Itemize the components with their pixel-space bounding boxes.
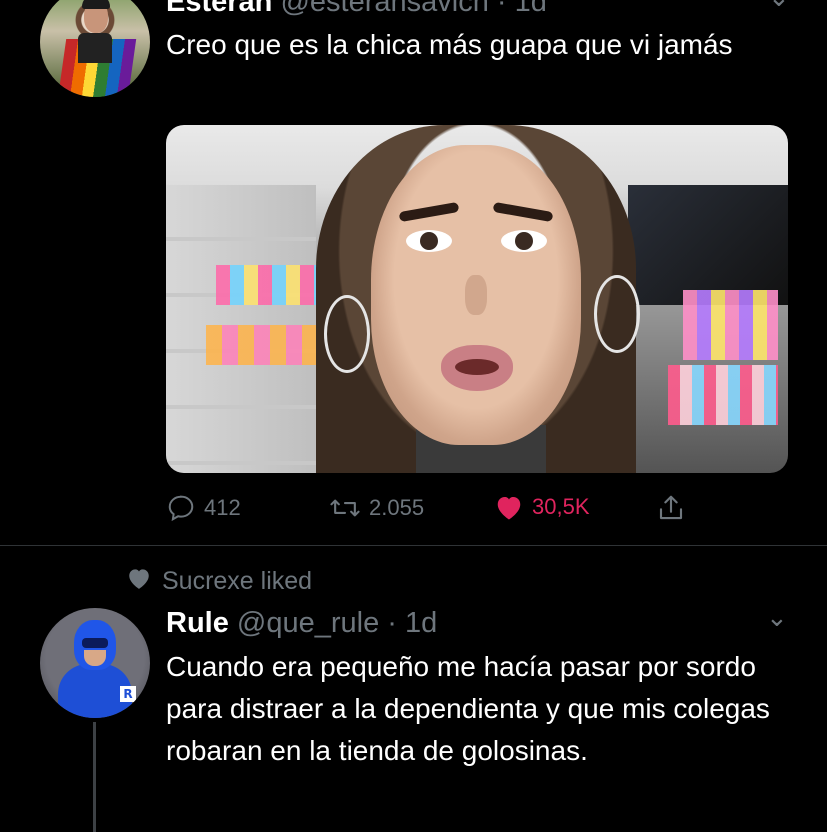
- reply-count: 412: [204, 495, 241, 520]
- avatar-logo: R: [120, 686, 136, 702]
- like-button[interactable]: 30,5K: [494, 493, 590, 521]
- handle[interactable]: @que_rule: [237, 607, 379, 639]
- tweet-media-image[interactable]: [166, 125, 788, 473]
- display-name[interactable]: Esteran: [166, 0, 272, 18]
- avatar-shirt: [78, 33, 112, 63]
- chevron-down-icon[interactable]: ⌄: [768, 0, 790, 13]
- handle[interactable]: @esteransavich: [280, 0, 488, 18]
- social-context-text[interactable]: Sucrexe liked: [162, 567, 312, 596]
- candy-boxes: [683, 290, 778, 360]
- tweet-actions: 412 2.055 30,5K: [166, 493, 706, 525]
- face: [371, 145, 581, 445]
- eyebrow: [492, 201, 554, 223]
- retweet-count: 2.055: [369, 495, 425, 520]
- share-button[interactable]: [656, 493, 686, 523]
- reply-icon: [166, 493, 196, 523]
- heart-icon: [494, 493, 524, 521]
- tweet-text: Creo que es la chica más guapa que vi ja…: [166, 29, 733, 60]
- heart-icon: [126, 566, 152, 597]
- candy-boxes: [206, 325, 326, 365]
- eye: [501, 230, 547, 252]
- chevron-down-icon[interactable]: ⌄: [766, 602, 788, 633]
- candy-boxes: [668, 365, 778, 425]
- avatar[interactable]: [40, 0, 150, 97]
- earring: [594, 275, 640, 353]
- avatar-mask: [82, 638, 108, 648]
- eye: [406, 230, 452, 252]
- earring: [324, 295, 370, 373]
- timestamp[interactable]: · 1d: [497, 0, 547, 18]
- eyebrow: [398, 201, 460, 223]
- like-count: 30,5K: [532, 494, 590, 519]
- avatar-cap: [82, 0, 110, 9]
- tweet-header: Rule @que_rule · 1d: [166, 606, 437, 640]
- share-icon: [656, 493, 686, 523]
- nose: [465, 275, 487, 315]
- reply-button[interactable]: 412: [166, 493, 241, 523]
- tweet-text: Cuando era pequeño me hacía pasar por so…: [166, 651, 770, 766]
- tweet-divider: [0, 545, 827, 546]
- retweet-button[interactable]: 2.055: [329, 493, 424, 523]
- tweet-header: Esteran @esteransavich · 1d: [166, 0, 547, 18]
- retweet-icon: [329, 493, 361, 523]
- thread-line: [93, 722, 96, 832]
- store-panel: [628, 185, 788, 305]
- display-name[interactable]: Rule: [166, 607, 229, 639]
- mouth: [455, 359, 499, 375]
- timestamp[interactable]: · 1d: [387, 607, 437, 639]
- social-context: Sucrexe liked: [126, 566, 312, 597]
- avatar[interactable]: R: [40, 608, 150, 718]
